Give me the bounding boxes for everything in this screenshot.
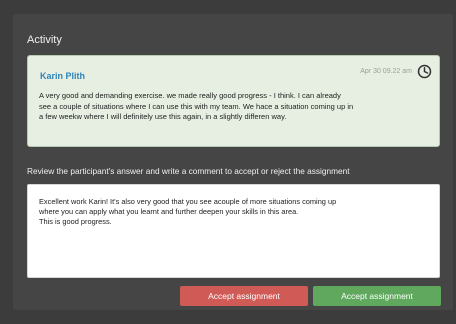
comment-textarea[interactable]: Excellent work Karin! It's also very goo…	[27, 184, 440, 278]
review-instruction: Review the participant's answer and writ…	[27, 166, 350, 176]
clock-icon	[417, 64, 432, 79]
activity-timestamp: Apr 30 09.22 am	[360, 68, 412, 75]
reject-assignment-button[interactable]: Accept assignment	[180, 286, 308, 306]
activity-title: Activity	[27, 34, 62, 46]
activity-card: Karin Plith Apr 30 09.22 am A very good …	[27, 55, 440, 147]
app-window: Activity Karin Plith Apr 30 09.22 am A v…	[0, 0, 456, 324]
participant-answer: A very good and demanding exercise. we m…	[39, 91, 354, 121]
comment-text[interactable]: Excellent work Karin! It's also very goo…	[39, 197, 431, 227]
author-name[interactable]: Karin Plith	[40, 71, 85, 81]
accept-assignment-button[interactable]: Accept assignment	[313, 286, 441, 306]
